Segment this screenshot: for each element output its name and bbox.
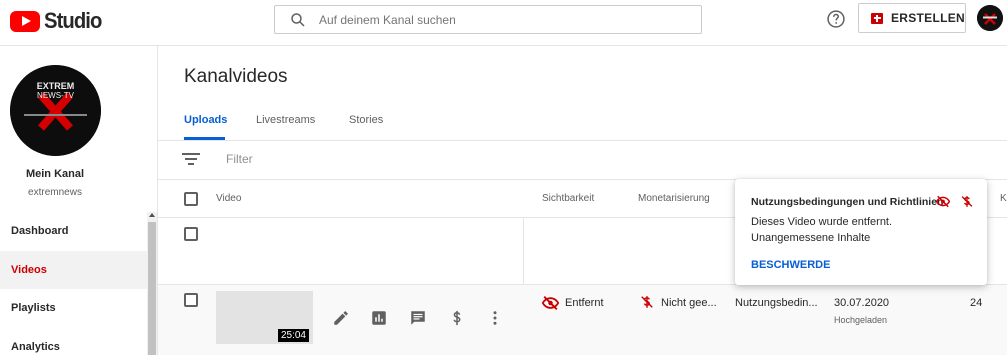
youtube-studio-logo[interactable]: Studio bbox=[10, 8, 106, 34]
divider bbox=[158, 140, 1007, 141]
comments-icon[interactable] bbox=[409, 309, 427, 327]
filter-icon[interactable] bbox=[182, 152, 200, 166]
page-title: Kanalvideos bbox=[184, 66, 288, 87]
create-label: ERSTELLEN bbox=[890, 11, 965, 25]
monetization-status: Nicht gee... bbox=[661, 297, 717, 309]
tab-uploads[interactable]: Uploads bbox=[184, 114, 227, 126]
dollar-off-icon bbox=[961, 196, 973, 207]
restrictions-status[interactable]: Nutzungsbedin... bbox=[735, 297, 818, 309]
sidebar-scrollbar[interactable] bbox=[147, 212, 157, 355]
search-input[interactable] bbox=[319, 12, 679, 27]
select-all-checkbox[interactable] bbox=[184, 192, 198, 206]
column-header-extra[interactable]: K bbox=[1000, 193, 1007, 204]
sidebar-item-label: Videos bbox=[11, 264, 47, 276]
sidebar-item-label: Playlists bbox=[11, 302, 56, 314]
scroll-thumb[interactable] bbox=[148, 222, 156, 355]
avatar-text-bottom: NEWS-TV bbox=[37, 91, 75, 100]
top-bar: Studio ERSTELLEN bbox=[0, 0, 1007, 46]
row-checkbox[interactable] bbox=[184, 227, 198, 241]
row-checkbox[interactable] bbox=[184, 293, 198, 307]
sidebar-item-dashboard[interactable]: Dashboard bbox=[0, 212, 147, 250]
sidebar-item-label: Analytics bbox=[11, 341, 60, 353]
account-avatar[interactable] bbox=[977, 5, 1003, 31]
popup-message: Dieses Video wurde entfernt. bbox=[751, 216, 893, 228]
youtube-play-icon bbox=[10, 10, 40, 32]
tab-stories[interactable]: Stories bbox=[349, 114, 383, 126]
sidebar-item-label: Dashboard bbox=[11, 225, 69, 237]
visibility-status: Entfernt bbox=[565, 297, 604, 309]
channel-handle: extremnews bbox=[28, 187, 82, 198]
more-options-icon[interactable] bbox=[486, 309, 504, 327]
tab-livestreams[interactable]: Livestreams bbox=[256, 114, 315, 126]
sidebar-item-videos[interactable]: Videos bbox=[0, 251, 147, 289]
video-thumbnail[interactable]: 25:04 bbox=[216, 291, 313, 344]
search-icon bbox=[291, 12, 305, 27]
sidebar-item-playlists[interactable]: Playlists bbox=[0, 289, 147, 327]
eye-off-icon bbox=[542, 296, 559, 310]
sidebar: EXTREM NEWS-TV Mein Kanal extremnews Das… bbox=[0, 46, 158, 355]
column-header-visibility[interactable]: Sichtbarkeit bbox=[542, 193, 594, 204]
analytics-icon[interactable] bbox=[370, 309, 388, 327]
dollar-off-icon bbox=[641, 296, 653, 308]
appeal-button[interactable]: BESCHWERDE bbox=[751, 259, 830, 271]
filter-input[interactable]: Filter bbox=[226, 152, 253, 166]
create-button[interactable]: ERSTELLEN bbox=[858, 3, 966, 33]
channel-logo-icon bbox=[977, 5, 1003, 31]
channel-logo: EXTREM NEWS-TV bbox=[10, 65, 101, 156]
search-box[interactable] bbox=[274, 5, 702, 34]
video-duration: 25:04 bbox=[277, 329, 309, 342]
avatar-text-top: EXTREM bbox=[37, 81, 75, 91]
help-icon[interactable] bbox=[826, 9, 846, 29]
column-header-video[interactable]: Video bbox=[216, 193, 241, 204]
channel-avatar[interactable]: EXTREM NEWS-TV bbox=[10, 65, 101, 156]
popup-reason: Unangemessene Inhalte bbox=[751, 232, 871, 244]
views-count: 24 bbox=[970, 297, 983, 309]
logo-text: Studio bbox=[44, 8, 102, 33]
eye-off-icon bbox=[936, 195, 950, 208]
edit-pencil-icon[interactable] bbox=[332, 309, 350, 327]
popup-title: Nutzungsbedingungen und Richtlinien bbox=[751, 196, 944, 208]
restrictions-tooltip: Nutzungsbedingungen und Richtlinien Dies… bbox=[735, 179, 987, 285]
sidebar-item-analytics[interactable]: Analytics bbox=[0, 328, 147, 355]
upload-date-label: Hochgeladen bbox=[834, 315, 888, 325]
monetization-dollar-icon[interactable] bbox=[448, 309, 466, 327]
video-camera-add-icon bbox=[871, 12, 883, 24]
channel-name: Mein Kanal bbox=[25, 168, 85, 180]
scroll-up-arrow-icon[interactable] bbox=[149, 213, 155, 217]
upload-date: 30.07.2020 bbox=[834, 297, 890, 309]
column-header-monetization[interactable]: Monetarisierung bbox=[638, 193, 710, 204]
